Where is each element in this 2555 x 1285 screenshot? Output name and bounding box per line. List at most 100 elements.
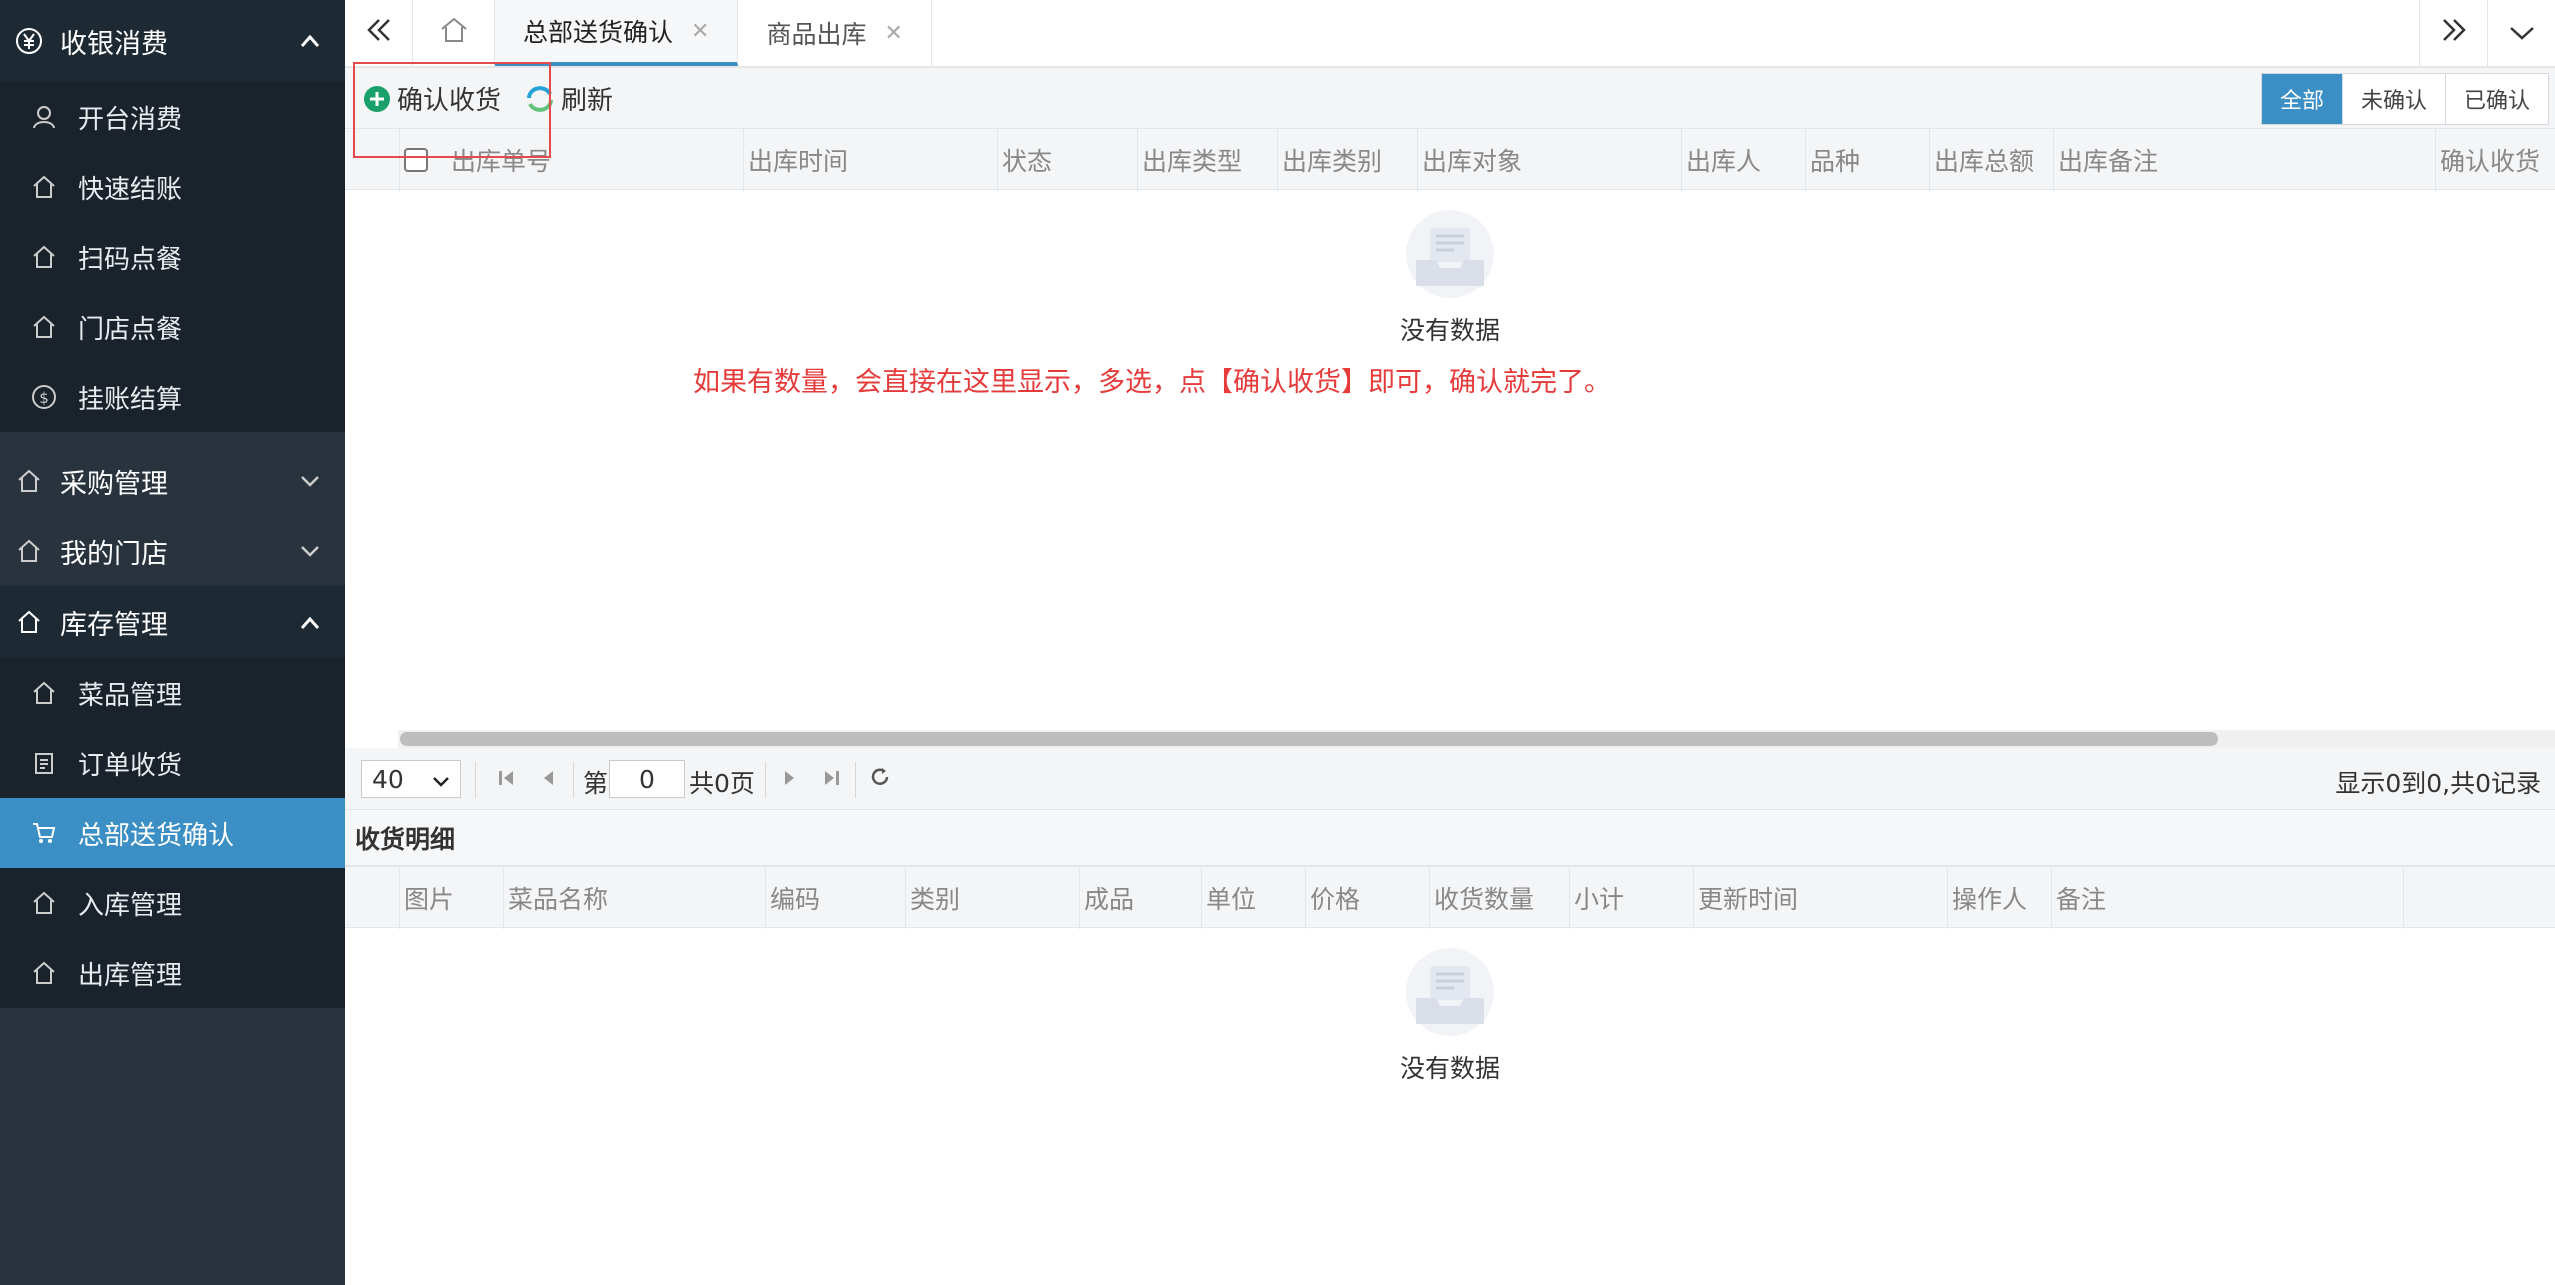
column-header-outbound-category[interactable]: 出库类别 (1277, 129, 1417, 191)
column-header-remarks[interactable]: 出库备注 (2053, 129, 2441, 191)
svg-text:$: $ (39, 389, 49, 407)
next-page-button[interactable] (777, 766, 803, 792)
column-header-image[interactable]: 图片 (399, 867, 503, 929)
column-header-variety[interactable]: 品种 (1805, 129, 1929, 191)
column-header-unit[interactable]: 单位 (1201, 867, 1305, 929)
tab-bar: 总部送货确认 ✕ 商品出库 ✕ (345, 0, 2555, 68)
close-icon[interactable]: ✕ (884, 21, 902, 46)
user-icon (28, 101, 60, 133)
filter-confirmed-button[interactable]: 已确认 (2444, 74, 2548, 124)
sidebar-item-open-table[interactable]: 开台消费 (0, 82, 345, 152)
home-icon (28, 311, 60, 343)
scrollbar-thumb[interactable] (400, 732, 2218, 746)
page-number-input[interactable]: 0 (609, 760, 685, 798)
filter-all-button[interactable]: 全部 (2261, 74, 2342, 124)
tab-label: 商品出库 (766, 20, 867, 49)
main-grid-header: 出库单号 出库时间 状态 出库类型 出库类别 出库对象 出库人 品种 出库总额 … (345, 128, 2555, 191)
chevron-down-icon (297, 538, 323, 564)
tab-hq-delivery-confirm[interactable]: 总部送货确认 ✕ (495, 0, 739, 66)
last-page-icon (822, 765, 842, 794)
sidebar-group-purchase[interactable]: 采购管理 (0, 446, 345, 516)
tab-label: 总部送货确认 (523, 18, 674, 47)
column-header-updated-time[interactable]: 更新时间 (1693, 867, 1947, 929)
sidebar-item-quick-checkout[interactable]: 快速结账 (0, 152, 345, 222)
home-tab[interactable] (413, 0, 495, 66)
sidebar-group-label: 采购管理 (60, 468, 168, 500)
sidebar-group-cashier[interactable]: 收银消费 (0, 0, 345, 82)
column-header-price[interactable]: 价格 (1305, 867, 1429, 929)
empty-inbox-icon (1402, 948, 1498, 1045)
detail-grid-empty-state: 没有数据 (1300, 948, 1600, 1085)
sidebar-submenu-inventory: 菜品管理 订单收货 总部送货确认 入库管理 出库管理 (0, 658, 345, 1008)
home-icon (28, 241, 60, 273)
filter-unconfirmed-button[interactable]: 未确认 (2341, 74, 2445, 124)
reload-button[interactable] (867, 766, 893, 792)
column-header-confirm-receipt[interactable]: 确认收货 (2435, 129, 2555, 191)
sidebar-group-label: 库存管理 (60, 609, 168, 641)
home-icon (28, 171, 60, 203)
empty-inbox-icon (1402, 210, 1498, 307)
pager-divider (765, 762, 766, 798)
scroll-tabs-left-button[interactable] (345, 0, 413, 66)
sidebar-group-label: 收银消费 (60, 28, 168, 60)
horizontal-scrollbar[interactable] (398, 730, 2555, 748)
sidebar-item-order-receiving[interactable]: 订单收货 (0, 728, 345, 798)
sidebar-item-hq-delivery-confirm[interactable]: 总部送货确认 (0, 798, 345, 868)
sidebar-group-my-store[interactable]: 我的门店 (0, 516, 345, 586)
column-header-outbound-time[interactable]: 出库时间 (743, 129, 997, 191)
column-header-operator[interactable]: 操作人 (1947, 867, 2051, 929)
pagination-bar: 40 第 0 共0页 显示0到0,共0记录 (345, 748, 2555, 810)
sidebar-item-stock-out[interactable]: 出库管理 (0, 938, 345, 1008)
first-page-button[interactable] (493, 766, 519, 792)
column-header-outbound-type[interactable]: 出库类型 (1137, 129, 1277, 191)
cart-icon (28, 817, 60, 849)
column-header-total-amount[interactable]: 出库总额 (1929, 129, 2053, 191)
chevron-up-icon (297, 28, 323, 54)
sidebar-item-dish-management[interactable]: 菜品管理 (0, 658, 345, 728)
column-header-dish-name[interactable]: 菜品名称 (503, 867, 765, 929)
tab-menu-dropdown-button[interactable] (2487, 0, 2555, 66)
column-header-finished[interactable]: 成品 (1079, 867, 1201, 929)
sidebar-item-label: 订单收货 (78, 750, 183, 781)
last-page-button[interactable] (819, 766, 845, 792)
clipboard-icon (28, 747, 60, 779)
sidebar-item-label: 总部送货确认 (78, 820, 235, 851)
reload-icon (869, 765, 891, 794)
empty-text: 没有数据 (1399, 316, 1500, 345)
tab-product-outbound[interactable]: 商品出库 ✕ (738, 0, 932, 66)
scroll-tabs-right-button[interactable] (2419, 0, 2487, 66)
home-icon (28, 677, 60, 709)
page-number-value: 0 (639, 764, 655, 794)
close-icon[interactable]: ✕ (691, 19, 709, 44)
column-header-code[interactable]: 编码 (765, 867, 905, 929)
chevron-down-icon (432, 765, 450, 794)
column-header-category[interactable]: 类别 (905, 867, 1079, 929)
sidebar-item-label: 出库管理 (78, 960, 183, 991)
pager-info: 显示0到0,共0记录 (2335, 769, 2541, 798)
sidebar-item-stock-in[interactable]: 入库管理 (0, 868, 345, 938)
sidebar-group-inventory[interactable]: 库存管理 (0, 586, 345, 658)
sidebar-item-store-order[interactable]: 门店点餐 (0, 292, 345, 362)
column-header-subtotal[interactable]: 小计 (1569, 867, 1693, 929)
sidebar-item-label: 菜品管理 (78, 680, 183, 711)
home-icon (439, 16, 469, 51)
pager-divider (475, 762, 476, 798)
pager-divider (573, 762, 574, 798)
column-header-note[interactable]: 备注 (2051, 867, 2409, 929)
sidebar-item-label: 入库管理 (78, 890, 183, 921)
annotation-note: 如果有数量，会直接在这里显示，多选，点【确认收货】即可，确认就完了。 (693, 367, 1611, 398)
column-header-outbound-person[interactable]: 出库人 (1681, 129, 1805, 191)
column-header-outbound-target[interactable]: 出库对象 (1417, 129, 1681, 191)
page-size-select[interactable]: 40 (361, 760, 461, 798)
column-header-received-qty[interactable]: 收货数量 (1429, 867, 1569, 929)
sidebar-item-label: 门店点餐 (78, 314, 183, 345)
sidebar-item-credit-settlement[interactable]: $ 挂账结算 (0, 362, 345, 432)
column-header-status[interactable]: 状态 (997, 129, 1137, 191)
sidebar-group-label: 我的门店 (60, 538, 168, 570)
main-grid-empty-state: 没有数据 (1300, 210, 1600, 347)
sidebar-item-scan-order[interactable]: 扫码点餐 (0, 222, 345, 292)
detail-panel-title: 收货明细 (345, 810, 2555, 866)
dollar-icon: $ (28, 381, 60, 413)
home-icon (12, 464, 46, 498)
previous-page-button[interactable] (535, 766, 561, 792)
